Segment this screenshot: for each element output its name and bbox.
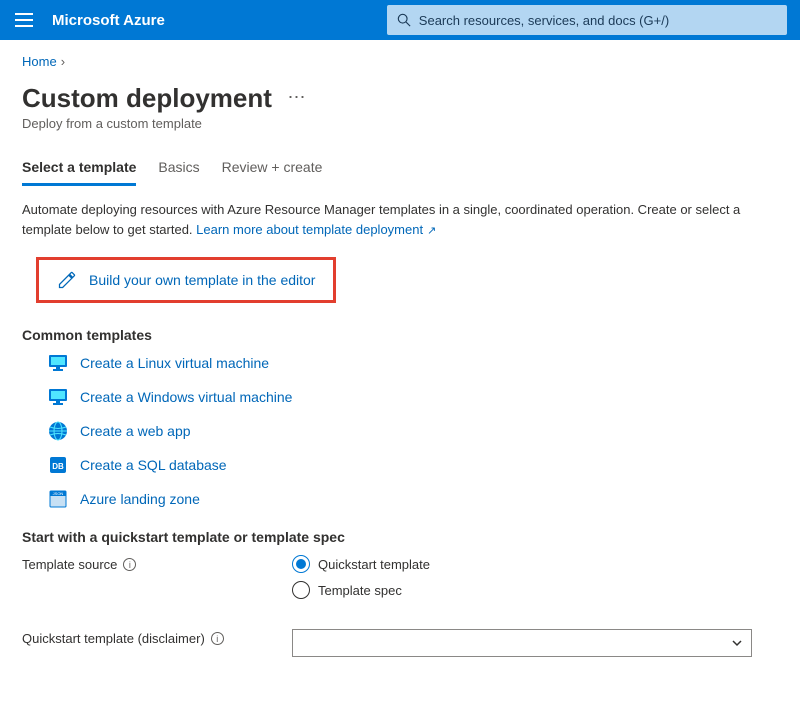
breadcrumb: Home › [22,54,778,69]
page-content: Home › Custom deployment ⋯ Deploy from a… [0,40,800,697]
tab-bar: Select a template Basics Review + create [22,159,778,186]
template-link: Create a Windows virtual machine [80,389,292,405]
search-input[interactable] [419,13,777,28]
search-icon [397,13,411,27]
globe-icon [48,421,68,441]
template-web-app[interactable]: Create a web app [48,421,778,441]
template-link: Create a Linux virtual machine [80,355,269,371]
quickstart-heading: Start with a quickstart template or temp… [22,529,778,545]
intro-text: Automate deploying resources with Azure … [22,200,762,239]
template-link: Azure landing zone [80,491,200,507]
search-container [177,5,800,35]
template-source-row: Template source i Quickstart template Te… [22,555,778,599]
svg-text:DB: DB [52,462,64,471]
quickstart-template-dropdown[interactable] [292,629,752,657]
external-link-icon: ↗ [427,223,436,240]
template-sql-db[interactable]: DB Create a SQL database [48,455,778,475]
radio-icon [292,555,310,573]
template-source-options: Quickstart template Template spec [292,555,430,599]
template-link: Create a web app [80,423,191,439]
learn-more-link[interactable]: Learn more about template deployment↗ [196,222,436,237]
title-row: Custom deployment ⋯ [22,83,778,114]
vm-icon [48,387,68,407]
vm-icon [48,353,68,373]
brand-label[interactable]: Microsoft Azure [48,12,177,29]
info-icon[interactable]: i [211,632,224,645]
hamburger-menu[interactable] [0,0,48,40]
common-templates-heading: Common templates [22,327,778,343]
template-linux-vm[interactable]: Create a Linux virtual machine [48,353,778,373]
database-icon: DB [48,455,68,475]
more-actions-button[interactable]: ⋯ [288,87,308,108]
pencil-icon [57,270,77,290]
template-source-label: Template source i [22,555,292,572]
build-template-button[interactable]: Build your own template in the editor [36,257,336,303]
tab-review-create[interactable]: Review + create [222,159,323,186]
tab-basics[interactable]: Basics [158,159,199,186]
top-bar: Microsoft Azure [0,0,800,40]
chevron-down-icon [731,637,743,649]
build-template-label: Build your own template in the editor [89,272,315,288]
json-icon: JSON [48,489,68,509]
hamburger-icon [15,13,33,27]
chevron-right-icon: › [59,54,67,69]
breadcrumb-home[interactable]: Home [22,54,57,69]
page-title: Custom deployment [22,83,272,114]
template-landing-zone[interactable]: JSON Azure landing zone [48,489,778,509]
template-link: Create a SQL database [80,457,227,473]
quickstart-template-row: Quickstart template (disclaimer) i [22,629,778,657]
template-list: Create a Linux virtual machine Create a … [48,353,778,509]
template-windows-vm[interactable]: Create a Windows virtual machine [48,387,778,407]
info-icon[interactable]: i [123,558,136,571]
quickstart-template-label: Quickstart template (disclaimer) i [22,629,292,646]
page-subtitle: Deploy from a custom template [22,116,778,131]
radio-icon [292,581,310,599]
svg-text:JSON: JSON [53,491,64,496]
global-search[interactable] [387,5,787,35]
tab-select-template[interactable]: Select a template [22,159,136,186]
radio-template-spec[interactable]: Template spec [292,581,430,599]
radio-quickstart-template[interactable]: Quickstart template [292,555,430,573]
